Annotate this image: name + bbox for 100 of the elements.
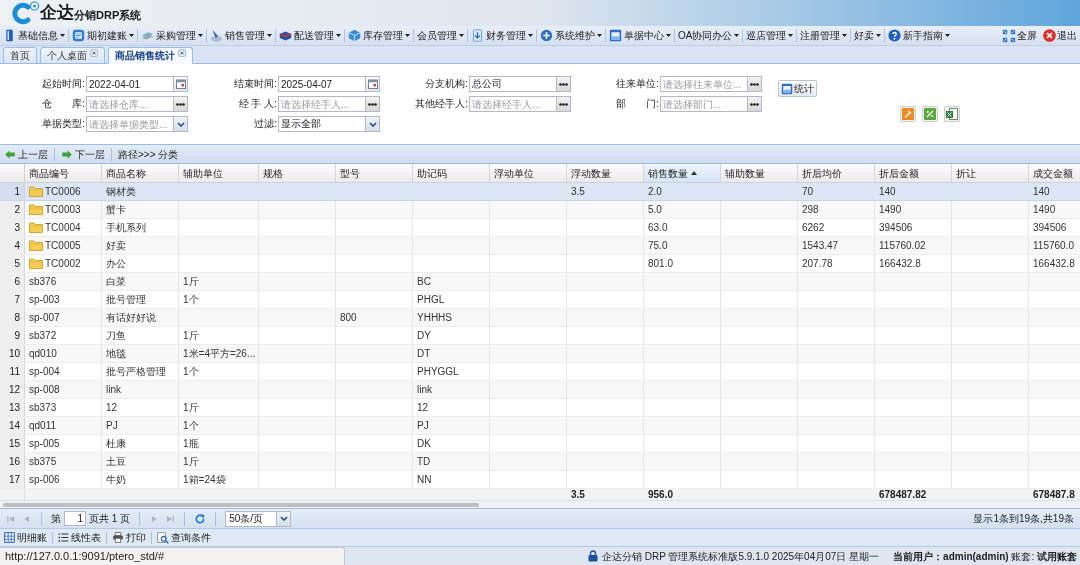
breadcrumb-path: 路径>>> 分类: [118, 147, 179, 162]
table-cell: 801.0: [644, 255, 721, 272]
column-header[interactable]: 成交金额: [1029, 164, 1080, 182]
column-header[interactable]: 辅助数量: [721, 164, 798, 182]
field-label: 经 手 人:: [238, 97, 278, 111]
toolbar-button[interactable]: 线性表: [58, 530, 101, 545]
picker-field[interactable]: 请选择经手人...: [469, 96, 557, 112]
table-row[interactable]: 3 TC0004 手机系列 63.0 6262 394506 394506: [0, 219, 1080, 237]
tab[interactable]: 首页: [3, 47, 37, 64]
menu-item[interactable]: 会员管理: [414, 26, 467, 45]
menu-item[interactable]: 好卖: [851, 26, 885, 45]
browse-button[interactable]: [366, 96, 380, 112]
table-cell: 166432.8: [875, 255, 952, 272]
column-header[interactable]: 商品编号: [25, 164, 102, 182]
down-level-button[interactable]: 下一层: [61, 146, 105, 162]
column-header[interactable]: 助记码: [413, 164, 490, 182]
scrollbar-thumb[interactable]: [3, 502, 479, 507]
table-row[interactable]: 9 sb372 刀鱼 1斤 DY: [0, 327, 1080, 345]
menu-item[interactable]: 巡店管理: [743, 26, 797, 45]
table-row[interactable]: 5 TC0002 办公 801.0 207.78 166432.8 166432.8: [0, 255, 1080, 273]
up-level-button[interactable]: 上一层: [4, 146, 48, 162]
table-row[interactable]: 14 qd011 PJ 1个 PJ: [0, 417, 1080, 435]
menu-item[interactable]: 销售管理: [207, 26, 275, 45]
dropdown-button[interactable]: [174, 116, 188, 132]
picker-field[interactable]: 请选择经手人...: [278, 96, 366, 112]
picker-field[interactable]: 总公司: [469, 76, 557, 92]
browse-button[interactable]: [174, 96, 188, 112]
date-field[interactable]: 2025-04-07: [278, 76, 366, 92]
tab[interactable]: 商品销售统计: [108, 47, 193, 64]
picker-field[interactable]: 请选择往来单位...: [660, 76, 748, 92]
table-row[interactable]: 6 sb376 白菜 1斤 BC: [0, 273, 1080, 291]
column-header[interactable]: 规格: [259, 164, 336, 182]
calendar-button[interactable]: [174, 76, 188, 92]
sort-ascending-icon: [691, 171, 697, 175]
tab[interactable]: 个人桌面: [40, 47, 105, 64]
column-header[interactable]: 型号: [336, 164, 413, 182]
menu-item[interactable]: 库存管理: [345, 26, 413, 45]
page-size-field[interactable]: 50条/页: [225, 510, 278, 527]
dropdown-button[interactable]: [366, 116, 380, 132]
menu-item[interactable]: 采购管理: [138, 26, 206, 45]
browse-button[interactable]: [557, 96, 571, 112]
table-row[interactable]: 8 sp-007 有话好好说 800 YHHHS: [0, 309, 1080, 327]
toolbar-button[interactable]: 明细账: [4, 530, 47, 545]
column-header[interactable]: 销售数量: [644, 164, 721, 182]
column-header[interactable]: 商品名称: [102, 164, 179, 182]
table-row[interactable]: 13 sb373 12 1斤 12: [0, 399, 1080, 417]
browse-button[interactable]: [748, 96, 762, 112]
table-cell: sp-003: [25, 291, 102, 308]
table-cell: sb373: [25, 399, 102, 416]
table-cell: PJ: [413, 417, 490, 434]
toolbar-button[interactable]: 全屏: [1002, 26, 1037, 45]
table-row[interactable]: 4 TC0005 好卖 75.0 1543.47 115760.02 115760.0: [0, 237, 1080, 255]
percent-button[interactable]: [922, 106, 938, 122]
menu-item[interactable]: 新手指南: [885, 26, 954, 45]
caret-down-icon: [876, 34, 882, 37]
picker-field[interactable]: 请选择部门...: [660, 96, 748, 112]
table-row[interactable]: 10 qd010 地毯 1米=4平方=26... DT: [0, 345, 1080, 363]
statistics-button[interactable]: 统计: [778, 80, 817, 97]
dropdown-button[interactable]: [277, 510, 292, 527]
table-cell-text: 394506: [1032, 221, 1068, 235]
table-cell: 1个: [179, 291, 259, 308]
picker-field[interactable]: 请选择仓库...: [86, 96, 174, 112]
date-field[interactable]: 2022-04-01: [86, 76, 174, 92]
caret-down-icon: [405, 34, 410, 37]
table-row[interactable]: 2 TC0003 蟹卡 5.0 298 1490 1490: [0, 201, 1080, 219]
table-row[interactable]: 7 sp-003 批号管理 1个 PHGL: [0, 291, 1080, 309]
menu-item[interactable]: 注册管理: [797, 26, 851, 45]
table-row[interactable]: 16 sb375 土豆 1斤 TD: [0, 453, 1080, 471]
menu-item[interactable]: 基础信息: [0, 26, 68, 45]
menu-item[interactable]: 财务管理: [468, 26, 536, 45]
menu-item[interactable]: OA协同办公: [675, 26, 743, 45]
table-row[interactable]: 12 sp-008 link link: [0, 381, 1080, 399]
column-header[interactable]: 折后均价: [798, 164, 875, 182]
table-row[interactable]: 17 sp-006 牛奶 1箱=24袋 NN: [0, 471, 1080, 489]
table-cell: 蟹卡: [102, 201, 179, 218]
column-header[interactable]: 辅助单位: [179, 164, 259, 182]
column-header[interactable]: 折后金额: [875, 164, 952, 182]
toolbar-button[interactable]: 退出: [1043, 26, 1077, 45]
table-cell: 1箱=24袋: [179, 471, 259, 488]
refresh-button[interactable]: [194, 512, 207, 525]
column-header[interactable]: 浮动单位: [490, 164, 567, 182]
search-icon: [157, 531, 169, 544]
page-field[interactable]: 1: [64, 511, 86, 526]
select-field[interactable]: 请选择单据类型...: [86, 116, 174, 132]
table-row[interactable]: 11 sp-004 批号严格管理 1个 PHYGGL: [0, 363, 1080, 381]
table-row[interactable]: 15 sp-005 杜康 1瓶 DK: [0, 435, 1080, 453]
menu-item[interactable]: 系统维护: [537, 26, 605, 45]
select-field[interactable]: 显示全部: [278, 116, 366, 132]
calendar-button[interactable]: [366, 76, 380, 92]
column-header[interactable]: 折让: [952, 164, 1029, 182]
table-row[interactable]: 1 TC0006 钢材类 3.5 2.0 70 140 140: [0, 183, 1080, 201]
toolbar-button[interactable]: 查询条件: [157, 530, 211, 545]
export-button[interactable]: [944, 106, 960, 122]
menu-item[interactable]: 单据中心: [606, 26, 674, 45]
toolbar-button[interactable]: 打印: [112, 530, 146, 545]
browse-button[interactable]: [748, 76, 762, 92]
menu-item[interactable]: 期初建账: [69, 26, 137, 45]
menu-item[interactable]: 配送管理: [276, 26, 344, 45]
table-cell: NN: [413, 471, 490, 488]
browse-button[interactable]: [557, 76, 571, 92]
